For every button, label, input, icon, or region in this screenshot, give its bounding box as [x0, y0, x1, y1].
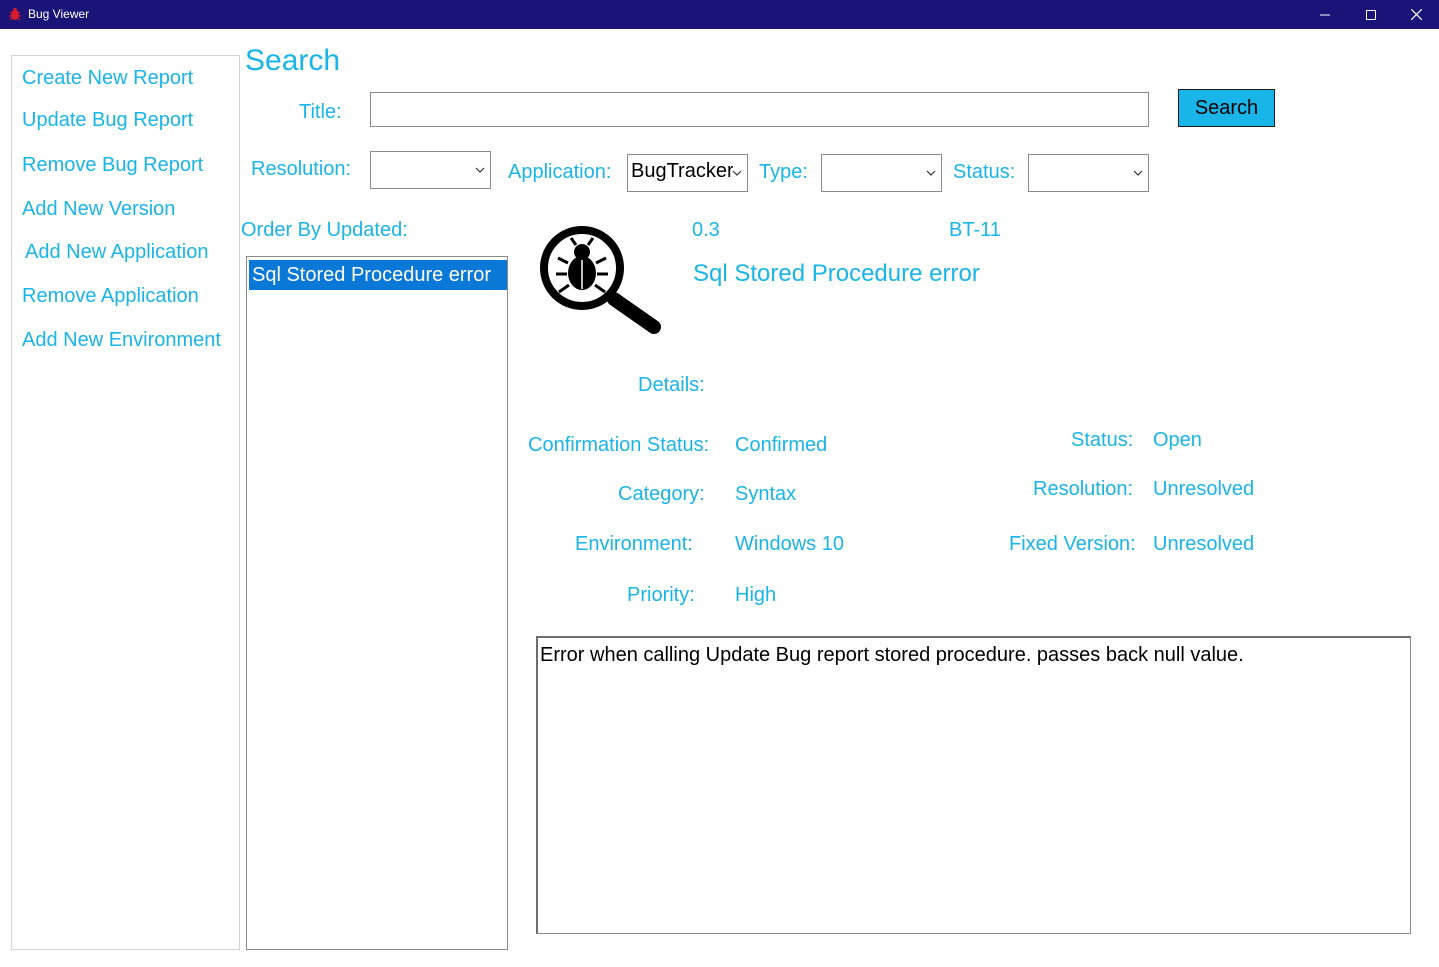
- sidebar-item-add-new-environment[interactable]: Add New Environment: [22, 329, 221, 352]
- maximize-icon: [1366, 9, 1376, 20]
- resolution-select[interactable]: [370, 151, 491, 189]
- bug-search-icon: [540, 226, 661, 334]
- close-icon: [1410, 9, 1422, 20]
- category-label: Category:: [618, 483, 705, 505]
- priority-label: Priority:: [627, 584, 695, 606]
- status-select[interactable]: [1028, 154, 1149, 192]
- description-textbox[interactable]: Error when calling Update Bug report sto…: [536, 636, 1411, 934]
- search-button-label: Search: [1194, 96, 1259, 119]
- type-label: Type:: [759, 161, 808, 183]
- search-heading: Search: [245, 44, 341, 77]
- fixed-version-value: Unresolved: [1153, 533, 1255, 555]
- priority-value: High: [735, 584, 777, 606]
- status-value: Open: [1153, 429, 1202, 451]
- version-value: 0.3: [692, 219, 720, 241]
- order-by-label: Order By Updated:: [241, 219, 408, 241]
- sidebar-item-add-new-version[interactable]: Add New Version: [22, 198, 175, 221]
- status-label: Status:: [1071, 429, 1134, 451]
- sidebar-item-add-new-application[interactable]: Add New Application: [25, 241, 208, 264]
- bug-title: Sql Stored Procedure error: [693, 260, 980, 287]
- bug-id-value: BT-11: [949, 219, 1001, 241]
- resolution-detail-label: Resolution:: [1033, 478, 1134, 500]
- sidebar-item-create-new-report[interactable]: Create New Report: [22, 67, 193, 90]
- environment-value: Windows 10: [735, 533, 844, 555]
- application-select-value: BugTracker: [631, 160, 733, 182]
- confirmation-status-value: Confirmed: [735, 434, 828, 456]
- category-value: Syntax: [735, 483, 797, 505]
- resolution-label: Resolution:: [251, 158, 352, 180]
- resolution-value: Unresolved: [1153, 478, 1255, 500]
- details-label: Details:: [638, 374, 705, 396]
- minimize-icon: [1320, 14, 1330, 15]
- bug-app-icon: [9, 8, 21, 21]
- chevron-down-icon: [926, 170, 936, 176]
- chevron-down-icon: [1133, 170, 1143, 176]
- search-button[interactable]: Search: [1178, 89, 1275, 127]
- minimize-button[interactable]: [1302, 0, 1348, 29]
- chevron-down-icon: [475, 167, 485, 173]
- application-select[interactable]: BugTracker: [627, 154, 748, 192]
- confirmation-status-label: Confirmation Status:: [528, 434, 710, 456]
- sidebar: [11, 55, 240, 950]
- close-button[interactable]: [1393, 0, 1439, 29]
- list-item[interactable]: Sql Stored Procedure error: [249, 260, 507, 290]
- environment-label: Environment:: [575, 533, 693, 555]
- sidebar-item-update-bug-report[interactable]: Update Bug Report: [22, 109, 193, 132]
- title-label: Title:: [299, 101, 342, 123]
- title-input[interactable]: [370, 92, 1149, 127]
- window-title: Bug Viewer: [28, 7, 90, 21]
- status-filter-label: Status:: [953, 161, 1016, 183]
- results-list[interactable]: Sql Stored Procedure error: [246, 256, 508, 950]
- fixed-version-label: Fixed Version:: [1009, 533, 1136, 555]
- application-label: Application:: [508, 161, 612, 183]
- sidebar-item-remove-application[interactable]: Remove Application: [22, 285, 199, 308]
- chevron-down-icon: [732, 170, 742, 176]
- title-bar: Bug Viewer: [0, 0, 1439, 29]
- maximize-button[interactable]: [1348, 0, 1394, 29]
- sidebar-item-remove-bug-report[interactable]: Remove Bug Report: [22, 154, 203, 177]
- type-select[interactable]: [821, 154, 942, 192]
